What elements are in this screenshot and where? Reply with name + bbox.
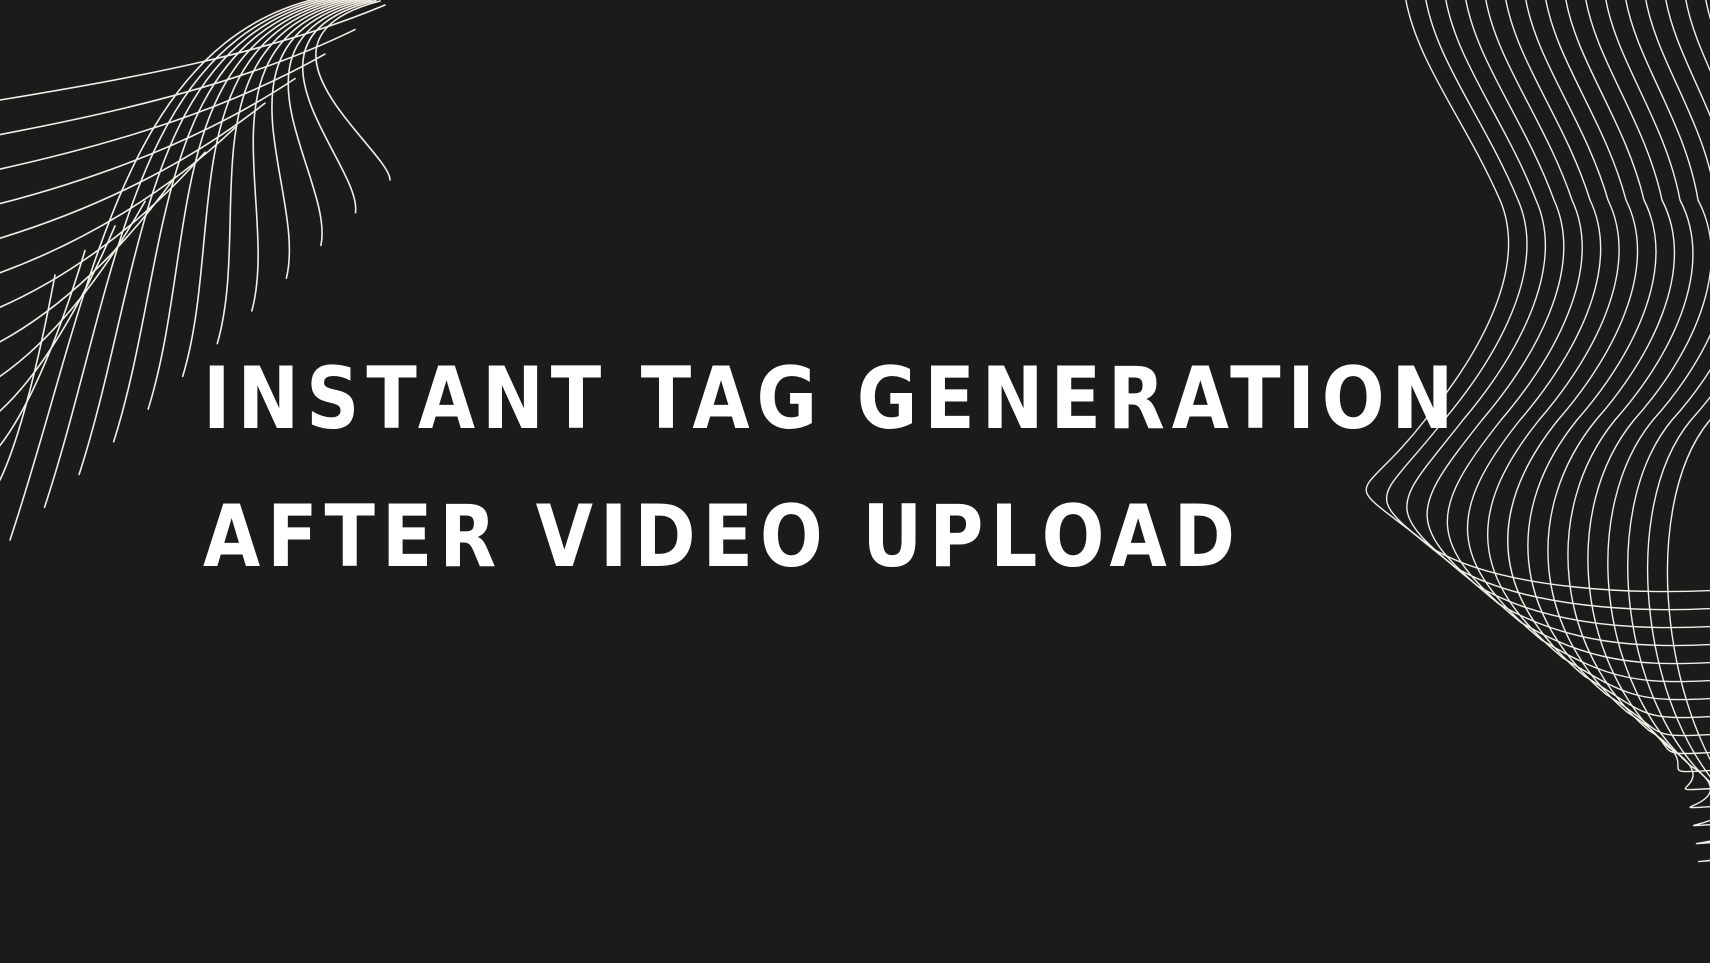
mesh-arc-line — [251, 0, 363, 312]
wave-line — [1385, 0, 1710, 611]
slide: INSTANT TAG GENERATION AFTER VIDEO UPLOA… — [0, 0, 1710, 963]
mesh-cross-line — [0, 176, 176, 343]
mesh-arc-line — [315, 0, 391, 181]
title-line-1: INSTANT TAG GENERATION — [203, 349, 1461, 449]
wave-line — [1406, 0, 1710, 629]
wave-line — [1487, 0, 1710, 701]
mesh-cross-line — [0, 102, 266, 239]
mesh-cross-line — [0, 249, 86, 447]
mesh-cross-line — [0, 274, 56, 481]
mesh-arc-line — [301, 0, 377, 214]
mesh-arc-line — [287, 0, 373, 247]
slide-title: INSTANT TAG GENERATION AFTER VIDEO UPLOA… — [203, 330, 1461, 606]
mesh-arc-line — [271, 0, 369, 279]
title-line-2: AFTER VIDEO UPLOAD — [203, 487, 1242, 587]
mesh-cross-line — [0, 77, 296, 205]
wave-line — [1666, 0, 1710, 863]
mesh-cross-line — [0, 28, 356, 136]
wave-line — [1607, 0, 1710, 809]
